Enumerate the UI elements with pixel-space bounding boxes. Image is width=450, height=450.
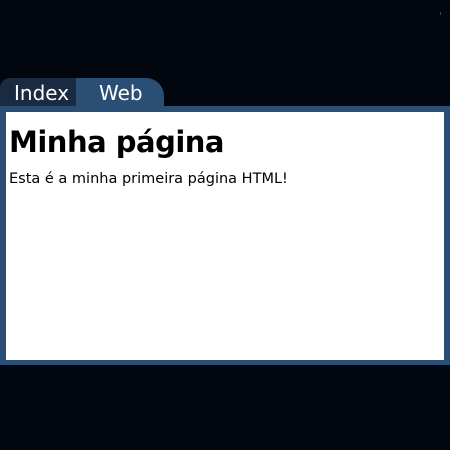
- tab-index[interactable]: Index: [0, 78, 76, 108]
- web-preview-frame: Minha página Esta é a minha primeira pág…: [0, 106, 450, 365]
- page-heading: Minha página: [9, 125, 225, 159]
- web-preview-viewport: Minha página Esta é a minha primeira pág…: [6, 112, 444, 360]
- status-dot-icon: [440, 12, 441, 15]
- tab-index-label: Index: [14, 81, 70, 105]
- page-paragraph: Esta é a minha primeira página HTML!: [9, 171, 288, 187]
- tab-bar: Index Web: [0, 78, 450, 108]
- tab-web[interactable]: Web: [76, 78, 164, 108]
- tab-web-label: Web: [99, 81, 143, 105]
- app-screen: Index Web Minha página Esta é a minha pr…: [0, 0, 450, 450]
